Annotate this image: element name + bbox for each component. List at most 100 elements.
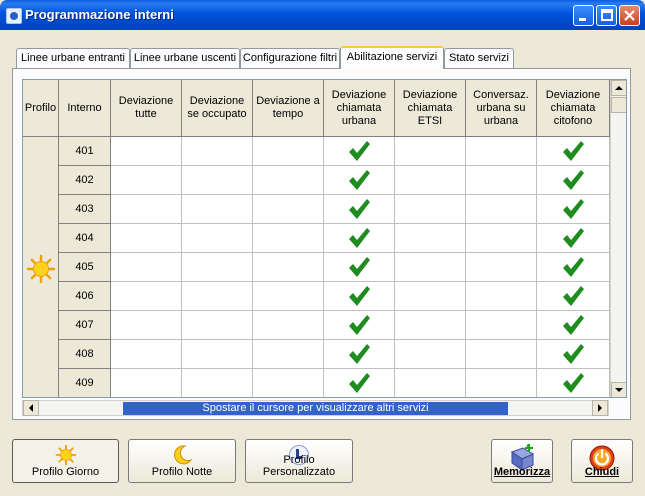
service-cell[interactable]	[395, 224, 466, 253]
service-cell[interactable]	[466, 369, 537, 397]
service-cell[interactable]	[253, 224, 324, 253]
service-cell[interactable]	[395, 311, 466, 340]
service-cell[interactable]	[111, 224, 182, 253]
checkmark-icon	[349, 286, 370, 306]
service-cell[interactable]	[324, 282, 395, 311]
service-cell[interactable]	[466, 166, 537, 195]
scroll-up-button[interactable]	[611, 80, 626, 96]
service-cell[interactable]	[395, 166, 466, 195]
service-cell[interactable]	[253, 311, 324, 340]
column-header-conversaz-urbana: Conversaz. urbana su urbana	[466, 80, 537, 137]
tab-abilitazione-servizi[interactable]: Abilitazione servizi	[340, 46, 444, 69]
service-cell[interactable]	[182, 224, 253, 253]
arrow-left-icon	[29, 404, 33, 412]
service-cell[interactable]	[182, 369, 253, 397]
scroll-left-button[interactable]	[23, 400, 39, 416]
service-cell[interactable]	[253, 340, 324, 369]
tab-linee-urbane-entranti[interactable]: Linee urbane entranti	[16, 48, 130, 68]
service-cell[interactable]	[324, 369, 395, 397]
checkmark-icon	[563, 170, 584, 190]
close-window-button[interactable]	[619, 5, 640, 26]
service-cell[interactable]	[253, 253, 324, 282]
service-cell[interactable]	[466, 311, 537, 340]
checkmark-icon	[349, 141, 370, 161]
checkmark-icon	[563, 141, 584, 161]
service-cell[interactable]	[182, 253, 253, 282]
profilo-notte-button[interactable]: Profilo Notte	[128, 439, 236, 483]
service-cell[interactable]	[182, 311, 253, 340]
service-cell[interactable]	[537, 224, 610, 253]
service-cell[interactable]	[324, 340, 395, 369]
service-cell[interactable]	[182, 166, 253, 195]
memorizza-button[interactable]: Memorizza	[491, 439, 553, 483]
checkmark-icon	[563, 344, 584, 364]
chiudi-button[interactable]: Chiudi	[571, 439, 633, 483]
service-cell[interactable]	[466, 195, 537, 224]
service-cell[interactable]	[182, 195, 253, 224]
minimize-button[interactable]	[573, 5, 594, 26]
profilo-giorno-label: Profilo Giorno	[31, 466, 100, 478]
service-cell[interactable]	[111, 137, 182, 166]
service-cell[interactable]	[466, 224, 537, 253]
profilo-giorno-button[interactable]: Profilo Giorno	[12, 439, 119, 483]
service-cell[interactable]	[537, 311, 610, 340]
service-cell[interactable]	[395, 137, 466, 166]
service-cell[interactable]	[111, 282, 182, 311]
vertical-scrollbar[interactable]	[610, 80, 626, 397]
service-cell[interactable]	[324, 137, 395, 166]
service-cell[interactable]	[466, 340, 537, 369]
profilo-personalizzato-button[interactable]: Profilo Personalizzato	[245, 439, 353, 483]
service-cell[interactable]	[111, 166, 182, 195]
services-grid[interactable]: Profilo Interno Deviazione tutte Deviazi…	[22, 79, 627, 398]
checkmark-icon	[563, 228, 584, 248]
service-cell[interactable]	[466, 137, 537, 166]
service-cell[interactable]	[537, 166, 610, 195]
service-cell[interactable]	[111, 311, 182, 340]
service-cell[interactable]	[537, 253, 610, 282]
service-cell[interactable]	[537, 369, 610, 397]
service-cell[interactable]	[253, 195, 324, 224]
service-cell[interactable]	[395, 282, 466, 311]
service-cell[interactable]	[324, 224, 395, 253]
service-cell[interactable]	[324, 166, 395, 195]
arrow-up-icon	[615, 86, 623, 90]
service-cell[interactable]	[253, 282, 324, 311]
scroll-right-button[interactable]	[592, 400, 608, 416]
service-cell[interactable]	[466, 282, 537, 311]
service-cell[interactable]	[182, 340, 253, 369]
service-cell[interactable]	[537, 195, 610, 224]
checkmark-icon	[563, 315, 584, 335]
column-header-deviazione-tutte: Deviazione tutte	[111, 80, 182, 137]
scroll-down-button[interactable]	[611, 382, 626, 397]
service-cell[interactable]	[395, 369, 466, 397]
service-cell[interactable]	[111, 253, 182, 282]
service-cell[interactable]	[182, 282, 253, 311]
service-cell[interactable]	[111, 340, 182, 369]
service-cell[interactable]	[253, 369, 324, 397]
title-bar[interactable]: Programmazione interni	[0, 0, 645, 30]
service-cell[interactable]	[395, 195, 466, 224]
service-cell[interactable]	[395, 340, 466, 369]
interno-cell: 408	[59, 340, 111, 369]
service-cell[interactable]	[324, 311, 395, 340]
service-cell[interactable]	[537, 340, 610, 369]
tab-configurazione-filtri[interactable]: Configurazione filtri	[240, 48, 340, 68]
close-icon	[624, 10, 635, 21]
vertical-scroll-thumb[interactable]	[611, 97, 626, 113]
window: Programmazione interni Linee urbane entr…	[0, 0, 645, 496]
service-cell[interactable]	[182, 137, 253, 166]
tab-stato-servizi[interactable]: Stato servizi	[444, 48, 514, 68]
service-cell[interactable]	[253, 166, 324, 195]
service-cell[interactable]	[111, 195, 182, 224]
service-cell[interactable]	[253, 137, 324, 166]
service-cell[interactable]	[537, 282, 610, 311]
maximize-button[interactable]	[596, 5, 617, 26]
service-cell[interactable]	[466, 253, 537, 282]
service-cell[interactable]	[324, 253, 395, 282]
service-cell[interactable]	[395, 253, 466, 282]
service-cell[interactable]	[324, 195, 395, 224]
chiudi-label: Chiudi	[584, 466, 620, 478]
tab-linee-urbane-uscenti[interactable]: Linee urbane uscenti	[130, 48, 240, 68]
service-cell[interactable]	[111, 369, 182, 397]
service-cell[interactable]	[537, 137, 610, 166]
